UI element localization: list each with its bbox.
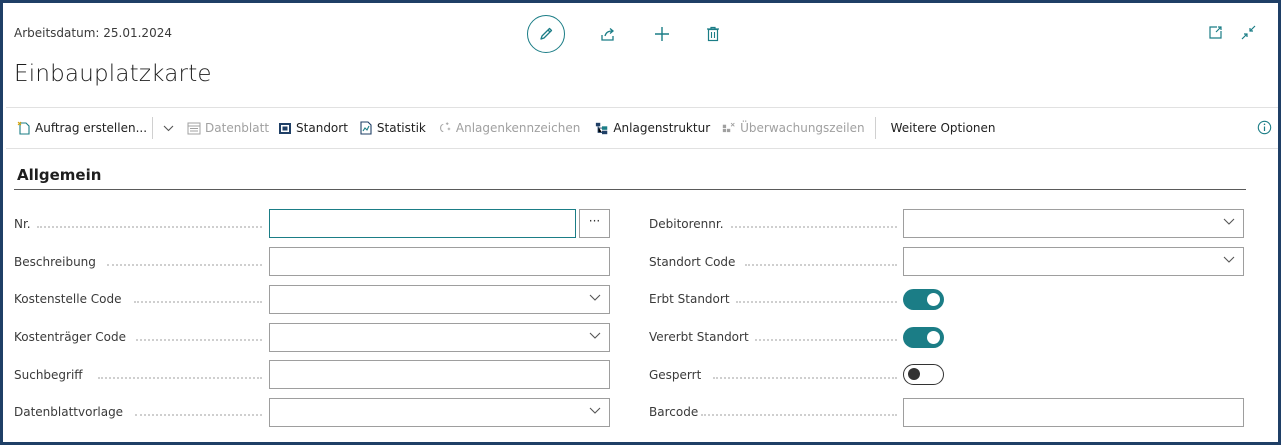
leader-dots bbox=[98, 377, 262, 379]
open-in-new-window-icon[interactable] bbox=[1208, 25, 1223, 40]
erbt-standort-label: Erbt Standort bbox=[649, 292, 730, 306]
leader-dots bbox=[37, 226, 262, 228]
leader-dots bbox=[136, 339, 262, 341]
statistics-icon bbox=[359, 121, 373, 135]
edit-button[interactable] bbox=[527, 15, 565, 53]
kostentraeger-label: Kostenträger Code bbox=[14, 330, 127, 344]
barcode-label: Barcode bbox=[649, 405, 699, 419]
leader-dots bbox=[701, 414, 897, 416]
create-order-label: Auftrag erstellen... bbox=[35, 121, 148, 135]
more-options-label: Weitere Optionen bbox=[890, 121, 996, 135]
leader-dots bbox=[755, 339, 897, 341]
leader-dots bbox=[107, 264, 262, 266]
share-icon bbox=[601, 28, 615, 41]
vererbt-standort-toggle[interactable] bbox=[903, 327, 944, 348]
debitorennr-select[interactable] bbox=[903, 209, 1244, 238]
new-button[interactable] bbox=[652, 24, 672, 44]
suchbegriff-label: Suchbegriff bbox=[14, 368, 83, 382]
monitoring-lines-button[interactable]: Überwachungszeilen bbox=[722, 114, 865, 142]
chevron-down-icon bbox=[589, 294, 601, 301]
nr-lookup-button[interactable]: ··· bbox=[579, 209, 610, 238]
debitorennr-label: Debitorennr. bbox=[649, 217, 724, 231]
kostenstelle-select[interactable] bbox=[269, 285, 610, 314]
window-controls bbox=[1208, 25, 1256, 40]
statistics-button[interactable]: Statistik bbox=[359, 114, 426, 142]
kostentraeger-select[interactable] bbox=[269, 323, 610, 352]
leader-dots bbox=[134, 301, 262, 303]
leader-dots bbox=[745, 264, 897, 266]
location-icon bbox=[278, 121, 292, 135]
asset-tag-button[interactable]: Anlagenkennzeichen bbox=[438, 114, 580, 142]
chevron-down-icon bbox=[1223, 256, 1235, 263]
section-title: Allgemein bbox=[17, 166, 102, 184]
gesperrt-toggle[interactable] bbox=[903, 364, 944, 385]
share-button[interactable] bbox=[598, 24, 618, 44]
asset-structure-button[interactable]: Anlagenstruktur bbox=[595, 114, 710, 142]
gesperrt-label: Gesperrt bbox=[649, 368, 702, 382]
datasheet-icon bbox=[187, 121, 201, 135]
workdate-label: Arbeitsdatum: 25.01.2024 bbox=[14, 26, 172, 40]
leader-dots bbox=[731, 226, 897, 228]
leader-dots bbox=[135, 414, 262, 416]
info-button[interactable] bbox=[1257, 120, 1272, 138]
asset-tag-icon bbox=[438, 121, 452, 135]
standort-code-select[interactable] bbox=[903, 247, 1244, 276]
section-divider bbox=[14, 189, 1246, 190]
nr-label: Nr. bbox=[14, 217, 31, 231]
pencil-icon bbox=[540, 27, 553, 40]
new-document-icon bbox=[17, 121, 31, 135]
location-button[interactable]: Standort bbox=[278, 114, 348, 142]
asset-structure-icon bbox=[595, 121, 609, 135]
suchbegriff-input[interactable] bbox=[269, 360, 610, 389]
page-header: Arbeitsdatum: 25.01.2024 Einbauplatzkart… bbox=[3, 3, 1278, 98]
datasheet-label: Datenblatt bbox=[205, 121, 270, 135]
vererbt-standort-label: Vererbt Standort bbox=[649, 330, 749, 344]
page-frame: Arbeitsdatum: 25.01.2024 Einbauplatzkart… bbox=[0, 0, 1281, 445]
datenblattvorlage-select[interactable] bbox=[269, 398, 610, 427]
datenblattvorlage-label: Datenblattvorlage bbox=[14, 405, 124, 419]
action-bar: Auftrag erstellen... Datenblatt Standort… bbox=[6, 107, 1278, 149]
beschreibung-label: Beschreibung bbox=[14, 255, 96, 269]
nr-input[interactable] bbox=[269, 209, 576, 238]
plus-icon bbox=[655, 27, 669, 41]
delete-button[interactable] bbox=[703, 24, 723, 44]
kostenstelle-label: Kostenstelle Code bbox=[14, 292, 122, 306]
info-icon bbox=[1257, 120, 1272, 135]
chevron-down-icon bbox=[1223, 218, 1235, 225]
separator bbox=[152, 117, 154, 139]
header-actions bbox=[527, 15, 723, 53]
asset-structure-label: Anlagenstruktur bbox=[613, 121, 711, 135]
chevron-down-icon bbox=[163, 125, 173, 131]
more-options-button[interactable]: Weitere Optionen bbox=[891, 114, 996, 142]
monitoring-lines-label: Überwachungszeilen bbox=[740, 121, 865, 135]
asset-tag-label: Anlagenkennzeichen bbox=[455, 121, 581, 135]
barcode-input[interactable] bbox=[903, 398, 1244, 427]
create-order-button[interactable]: Auftrag erstellen... bbox=[17, 114, 147, 142]
collapse-icon[interactable] bbox=[1241, 25, 1256, 40]
beschreibung-input[interactable] bbox=[269, 247, 610, 276]
leader-dots bbox=[713, 377, 897, 379]
chevron-down-icon bbox=[589, 332, 601, 339]
chevron-down-icon bbox=[589, 407, 601, 414]
statistics-label: Statistik bbox=[376, 121, 426, 135]
leader-dots bbox=[736, 301, 897, 303]
erbt-standort-toggle[interactable] bbox=[903, 289, 944, 310]
trash-icon bbox=[707, 26, 719, 42]
create-order-dropdown[interactable] bbox=[161, 114, 175, 142]
monitoring-lines-icon bbox=[722, 121, 736, 135]
datasheet-button[interactable]: Datenblatt bbox=[187, 114, 269, 142]
separator bbox=[874, 117, 876, 139]
page-title: Einbauplatzkarte bbox=[14, 61, 212, 87]
standort-code-label: Standort Code bbox=[649, 255, 736, 269]
location-label: Standort bbox=[296, 121, 348, 135]
